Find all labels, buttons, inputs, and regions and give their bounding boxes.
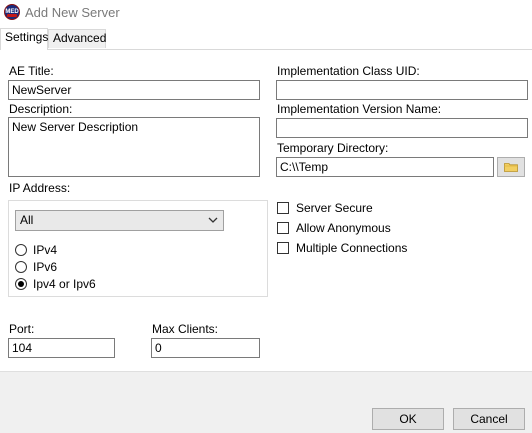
- tab-strip: Settings Advanced: [0, 28, 532, 50]
- radio-ipv4[interactable]: IPv4: [15, 242, 57, 258]
- max-clients-label: Max Clients:: [152, 322, 219, 336]
- impl-class-uid-input[interactable]: [276, 80, 528, 100]
- folder-icon: [504, 163, 518, 172]
- ae-title-label: AE Title:: [9, 64, 54, 78]
- multiple-connections-box[interactable]: [277, 242, 289, 254]
- temp-dir-input[interactable]: C:\\Temp: [276, 157, 494, 177]
- ae-title-input[interactable]: NewServer: [8, 80, 260, 100]
- allow-anonymous-checkbox[interactable]: Allow Anonymous: [277, 220, 391, 236]
- cancel-button[interactable]: Cancel: [453, 408, 525, 430]
- multiple-connections-label: Multiple Connections: [296, 241, 408, 255]
- window-title: Add New Server: [25, 5, 120, 20]
- radio-ipv6-label: IPv6: [33, 260, 58, 274]
- port-label: Port:: [9, 322, 35, 336]
- server-secure-box[interactable]: [277, 202, 289, 214]
- ip-address-label: IP Address:: [9, 181, 71, 195]
- browse-folder-button[interactable]: [497, 157, 525, 177]
- tab-advanced[interactable]: Advanced: [48, 29, 106, 48]
- max-clients-input[interactable]: 0: [151, 338, 260, 358]
- ip-address-select[interactable]: All: [15, 210, 224, 231]
- temp-dir-label: Temporary Directory:: [277, 141, 389, 155]
- allow-anonymous-box[interactable]: [277, 222, 289, 234]
- radio-ipv6-circle[interactable]: [15, 261, 27, 273]
- radio-ipv4-or-ipv6-label: Ipv4 or Ipv6: [33, 277, 96, 291]
- allow-anonymous-label: Allow Anonymous: [296, 221, 391, 235]
- radio-ipv4-or-ipv6-circle[interactable]: [15, 278, 27, 290]
- radio-ipv6[interactable]: IPv6: [15, 259, 57, 275]
- description-textarea[interactable]: New Server Description: [8, 117, 260, 177]
- radio-ipv4-or-ipv6[interactable]: Ipv4 or Ipv6: [15, 276, 96, 292]
- ip-address-select-value: All: [20, 213, 34, 227]
- radio-ipv4-label: IPv4: [33, 243, 58, 257]
- server-secure-checkbox[interactable]: Server Secure: [277, 200, 373, 216]
- impl-class-uid-label: Implementation Class UID:: [277, 64, 420, 78]
- radio-ipv4-circle[interactable]: [15, 244, 27, 256]
- multiple-connections-checkbox[interactable]: Multiple Connections: [277, 240, 407, 256]
- chevron-down-icon: [208, 217, 218, 223]
- title-bar: MED Add New Server: [0, 0, 532, 26]
- ok-button[interactable]: OK: [372, 408, 444, 430]
- impl-version-name-label: Implementation Version Name:: [277, 102, 442, 116]
- server-secure-label: Server Secure: [296, 201, 373, 215]
- port-input[interactable]: 104: [8, 338, 115, 358]
- description-label: Description:: [9, 102, 73, 116]
- app-logo-icon: MED: [4, 4, 20, 20]
- tab-settings[interactable]: Settings: [0, 28, 48, 50]
- impl-version-name-input[interactable]: [276, 118, 528, 138]
